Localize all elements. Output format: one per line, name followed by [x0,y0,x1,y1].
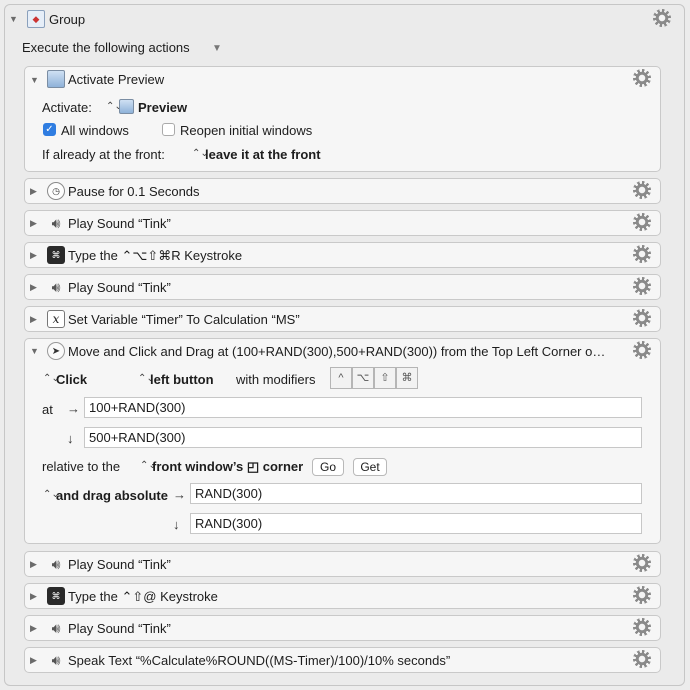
command-modifier-toggle[interactable]: ⌘ [396,367,418,389]
speaker-icon: 🔊︎ [51,555,61,572]
activate-gear-icon[interactable] [633,69,651,87]
activate-disclosure-triangle[interactable]: ▼ [30,75,39,85]
group-gear-icon[interactable] [653,9,671,27]
reopen-windows-label: Reopen initial windows [180,123,313,138]
front-label: If already at the front: [42,147,165,162]
type1-disclosure-triangle[interactable]: ▶ [30,250,37,261]
type2-disclosure-triangle[interactable]: ▶ [30,591,37,602]
group-disclosure-triangle[interactable]: ▼ [9,14,18,24]
all-windows-label: All windows [61,123,129,138]
keyboard-key-icon: ⌘ [47,587,65,605]
clock-icon: ◷ [47,182,65,200]
sound3-disclosure-triangle[interactable]: ▶ [30,559,37,570]
sound1-gear-icon[interactable] [633,213,651,231]
setvar-disclosure-triangle[interactable]: ▶ [30,314,37,325]
down-arrow-icon: ↓ [173,517,180,532]
modifiers-label: with modifiers [236,372,316,387]
x-coordinate-field[interactable]: 100+RAND(300) [84,397,642,418]
type2-title: Type the ⌃⇧@ Keystroke [68,589,218,604]
speaker-icon: 🔊︎ [51,278,61,295]
group-title: Group [49,12,86,27]
shift-modifier-toggle[interactable]: ⇧ [374,367,396,389]
mouse-cursor-icon: ➤ [47,342,65,360]
preview-app-icon [47,70,65,88]
click-action-popup[interactable]: Click [56,372,87,387]
drag-y-field[interactable]: RAND(300) [190,513,642,534]
sound2-gear-icon[interactable] [633,277,651,295]
sound4-disclosure-triangle[interactable]: ▶ [30,623,37,634]
activate-label: Activate: [42,100,92,115]
modifier-keys-group: ^ ⌥ ⇧ ⌘ [330,367,418,391]
speaker-icon: 🔊︎ [51,651,61,668]
group-icon: ◆ [27,10,45,28]
relative-label: relative to the [42,459,121,474]
moveclick-title: Move and Click and Drag at (100+RAND(300… [68,344,606,359]
control-modifier-toggle[interactable]: ^ [330,367,352,389]
moveclick-gear-icon[interactable] [633,341,651,359]
reopen-windows-checkbox[interactable] [162,123,175,136]
speaker-icon: 🔊︎ [51,214,61,231]
preview-small-icon [119,99,134,114]
moveclick-disclosure-triangle[interactable]: ▼ [30,346,39,356]
setvar-gear-icon[interactable] [633,309,651,327]
activate-title: Activate Preview [68,72,165,87]
speak-disclosure-triangle[interactable]: ▶ [30,655,37,666]
all-windows-checkbox[interactable]: ✓ [43,123,56,136]
app-name-popup[interactable]: Preview [138,100,187,115]
mouse-button-popup[interactable]: left button [150,372,214,387]
at-label: at [42,402,53,417]
type2-gear-icon[interactable] [633,586,651,604]
sound1-title: Play Sound “Tink” [68,216,171,231]
execute-dropdown-icon[interactable]: ▼ [212,43,222,54]
sound4-gear-icon[interactable] [633,618,651,636]
sound3-gear-icon[interactable] [633,554,651,572]
type1-title: Type the ⌃⌥⇧⌘R Keystroke [68,248,243,263]
pause-title: Pause for 0.1 Seconds [68,184,200,199]
speaker-icon: 🔊︎ [51,619,61,636]
pause-gear-icon[interactable] [633,181,651,199]
type1-gear-icon[interactable] [633,245,651,263]
pause-disclosure-triangle[interactable]: ▶ [30,186,37,197]
sound1-disclosure-triangle[interactable]: ▶ [30,218,37,229]
sound2-title: Play Sound “Tink” [68,280,171,295]
speak-title: Speak Text “%Calculate%ROUND((MS-Timer)/… [68,653,451,668]
right-arrow-icon: → [173,487,186,502]
drag-mode-popup[interactable]: and drag absolute [56,488,168,503]
drag-x-field[interactable]: RAND(300) [190,483,642,504]
option-modifier-toggle[interactable]: ⌥ [352,367,374,389]
go-button[interactable]: Go [312,458,344,476]
execute-label: Execute the following actions [22,40,190,55]
setvar-title: Set Variable “Timer” To Calculation “MS” [68,312,300,327]
y-coordinate-field[interactable]: 500+RAND(300) [84,427,642,448]
sound4-title: Play Sound “Tink” [68,621,171,636]
get-button[interactable]: Get [353,458,387,476]
sound2-disclosure-triangle[interactable]: ▶ [30,282,37,293]
speak-gear-icon[interactable] [633,650,651,668]
right-arrow-icon: → [67,401,80,416]
keyboard-key-icon: ⌘ [47,246,65,264]
sound3-title: Play Sound “Tink” [68,557,171,572]
variable-icon: x [47,310,65,328]
relative-corner-popup[interactable]: front window’s ◰ corner [152,459,303,475]
front-popup[interactable]: leave it at the front [205,147,321,162]
down-arrow-icon: ↓ [67,431,74,446]
